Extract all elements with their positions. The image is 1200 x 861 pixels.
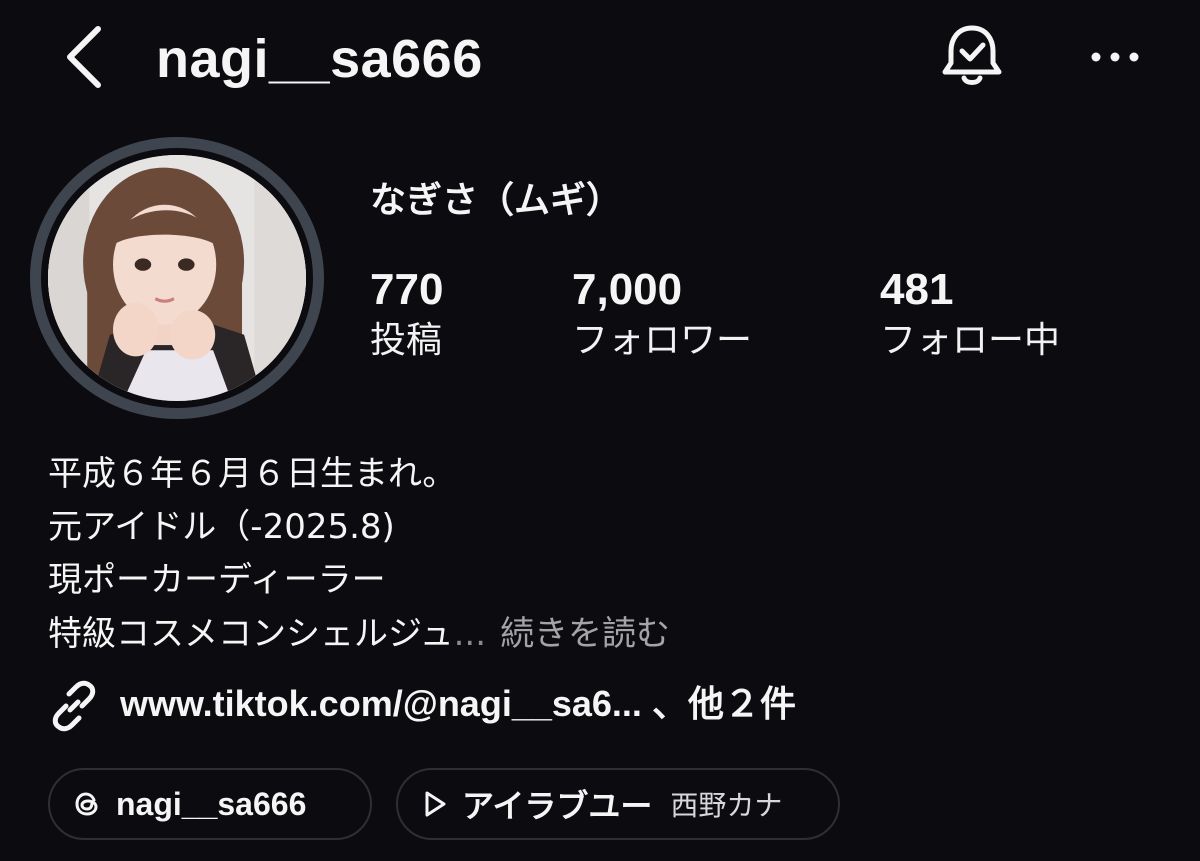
followers-label: フォロワー (572, 320, 753, 361)
display-name: なぎさ（ムギ） (370, 180, 623, 221)
music-artist: 西野カナ (670, 789, 783, 822)
more-options-button[interactable] (1080, 28, 1150, 86)
posts-label: 投稿 (370, 320, 443, 361)
bio-line: 現ポーカーディーラー (48, 560, 386, 600)
website-link-text: www.tiktok.com/@nagi__sa6... (120, 683, 642, 724)
followers-stat[interactable]: 7,000 フォロワー (572, 262, 752, 364)
music-chip[interactable]: アイラブユー 西野カナ (396, 768, 840, 840)
threads-icon (75, 792, 98, 816)
more-horizontal-icon (1091, 52, 1139, 62)
notifications-button[interactable] (934, 18, 1010, 96)
profile-username: nagi__sa666 (156, 29, 483, 89)
bio-ellipsis: ... (453, 614, 487, 654)
website-link[interactable]: www.tiktok.com/@nagi__sa6... 、他２件 (120, 680, 796, 728)
back-button[interactable] (52, 22, 116, 92)
profile-avatar[interactable] (30, 137, 324, 419)
bell-check-icon (942, 25, 1002, 85)
following-label: フォロー中 (880, 320, 1061, 361)
avatar-photo (48, 155, 306, 401)
link-icon (48, 680, 100, 732)
play-icon (425, 791, 446, 817)
read-more-link[interactable]: 続きを読む (500, 614, 670, 654)
posts-count: 770 (370, 265, 444, 314)
following-count: 481 (880, 265, 954, 314)
bio-line: 特級コスメコンシェルジュ (48, 614, 454, 654)
chevron-left-icon (67, 26, 101, 88)
website-link-extra: 、他２件 (651, 683, 796, 724)
music-song-title: アイラブユー (462, 788, 653, 824)
following-stat[interactable]: 481 フォロー中 (880, 262, 1060, 364)
bio-line: 元アイドル（-2025.8) (48, 507, 395, 547)
followers-count: 7,000 (572, 265, 683, 314)
bio-line: 平成６年６月６日生まれ。 (48, 454, 457, 494)
posts-stat[interactable]: 770 投稿 (370, 262, 443, 364)
bio-last-line: 特級コスメコンシェルジュ... 続きを読む (48, 612, 670, 656)
threads-chip[interactable]: nagi__sa666 (48, 768, 372, 840)
threads-chip-label: nagi__sa666 (116, 785, 307, 822)
